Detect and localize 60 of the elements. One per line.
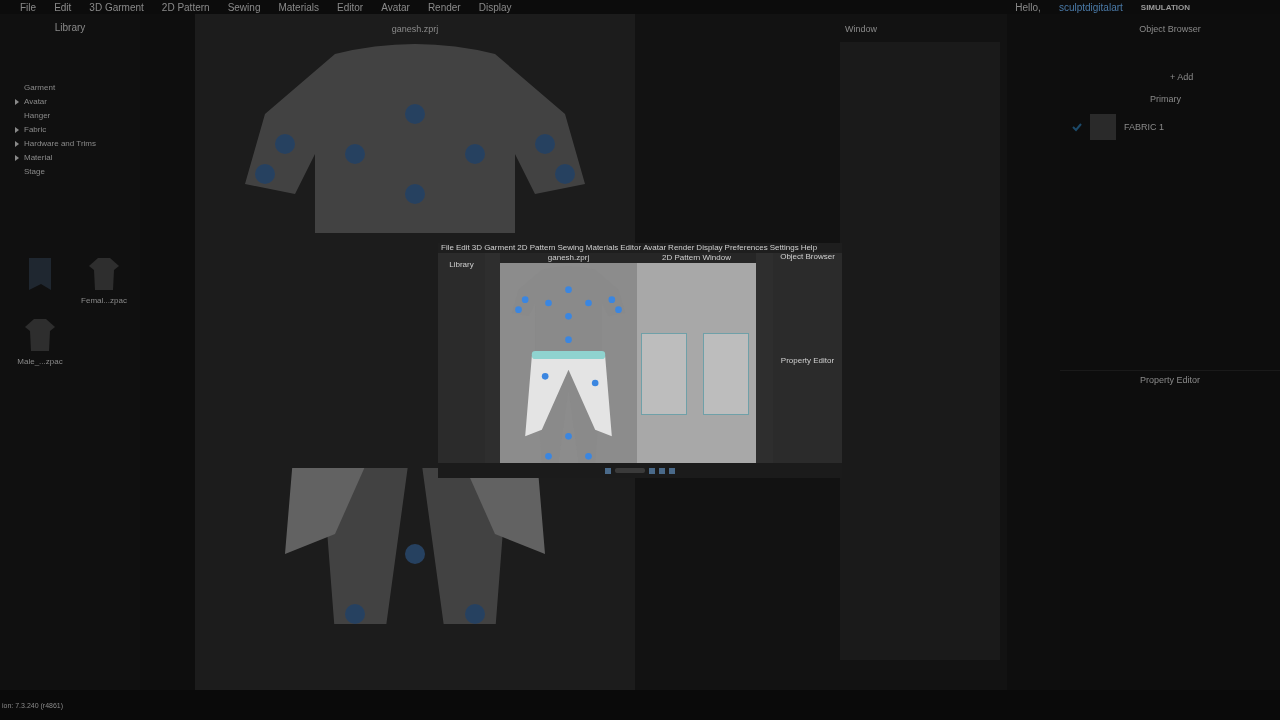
panel-title: Object Browser: [779, 253, 836, 261]
shirt-icon[interactable]: [88, 256, 120, 292]
fabric-name[interactable]: FABRIC 1: [1124, 122, 1164, 132]
menu-item[interactable]: Edit: [54, 1, 72, 13]
menu-item[interactable]: Render: [427, 1, 461, 13]
pattern-piece[interactable]: [641, 333, 687, 415]
menu-item[interactable]: 3D Garment: [471, 244, 516, 252]
folder-icon[interactable]: [27, 256, 53, 292]
tree-item[interactable]: Hanger: [24, 111, 51, 120]
username-link[interactable]: sculptdigitalart: [1058, 1, 1123, 13]
viewport-title: ganesh.zprj: [500, 253, 637, 263]
window-title: 2D Pattern Window: [637, 253, 756, 263]
menu-item[interactable]: Sewing: [557, 244, 584, 252]
add-button[interactable]: + Add: [1060, 34, 1280, 82]
menu-item[interactable]: Avatar: [381, 1, 410, 13]
pattern-piece[interactable]: [703, 333, 749, 415]
fabric-swatch[interactable]: [1090, 114, 1116, 140]
panel-title: Library: [53, 22, 87, 33]
tree-item[interactable]: Fabric: [24, 125, 47, 134]
menu-item[interactable]: 2D Pattern: [161, 1, 210, 13]
viewport-title: ganesh.zprj: [391, 24, 439, 34]
menu-item[interactable]: Preferences: [724, 244, 768, 252]
pattern-window[interactable]: 2D Pattern Window: [637, 253, 756, 463]
menu-item[interactable]: Avatar: [643, 244, 667, 252]
menu-item[interactable]: Edit: [455, 244, 470, 252]
menu-item[interactable]: File: [20, 1, 37, 13]
window-title: Window: [844, 23, 878, 34]
expand-arrow-icon[interactable]: [14, 154, 20, 161]
menu-item[interactable]: Help: [800, 244, 818, 252]
shirt-icon[interactable]: [24, 317, 56, 353]
expand-arrow-icon[interactable]: [14, 140, 20, 147]
panel-title: Object Browser: [1138, 23, 1202, 34]
menu-item[interactable]: Render: [668, 244, 695, 252]
checkmark-icon[interactable]: [1072, 122, 1082, 132]
menu-item[interactable]: File: [441, 244, 454, 252]
tree-item[interactable]: Hardware and Trims: [24, 139, 97, 148]
menu-item[interactable]: Sewing: [227, 1, 261, 13]
tree-item[interactable]: Garment: [24, 83, 56, 92]
expand-arrow-icon[interactable]: [14, 98, 20, 105]
tree-item[interactable]: Stage: [24, 167, 45, 176]
tree-item[interactable]: Material: [24, 153, 53, 162]
menu-item[interactable]: Materials: [585, 244, 619, 252]
panel-title: Library: [449, 260, 474, 269]
menu-item[interactable]: Editor: [337, 1, 364, 13]
menu-item[interactable]: Display: [696, 244, 723, 252]
file-name: Male_...zpac: [17, 357, 63, 366]
menu-item[interactable]: Settings: [769, 244, 799, 252]
panel-title: Property Editor: [779, 357, 836, 365]
mode-label[interactable]: SIMULATION: [1140, 2, 1190, 12]
menu-item[interactable]: 2D Pattern: [517, 244, 556, 252]
greeting-text: Hello,: [1015, 1, 1041, 13]
section-label: Primary: [1149, 93, 1182, 104]
expand-arrow-icon[interactable]: [14, 126, 20, 133]
panel-title: Property Editor: [1060, 370, 1280, 385]
viewport-3d[interactable]: ganesh.zprj: [500, 253, 637, 463]
menu-item[interactable]: 3D Garment: [89, 1, 144, 13]
menu-item[interactable]: Display: [478, 1, 512, 13]
file-name: Femal...zpac: [81, 296, 127, 305]
tree-item[interactable]: Avatar: [24, 97, 47, 106]
menu-item[interactable]: Materials: [278, 1, 320, 13]
